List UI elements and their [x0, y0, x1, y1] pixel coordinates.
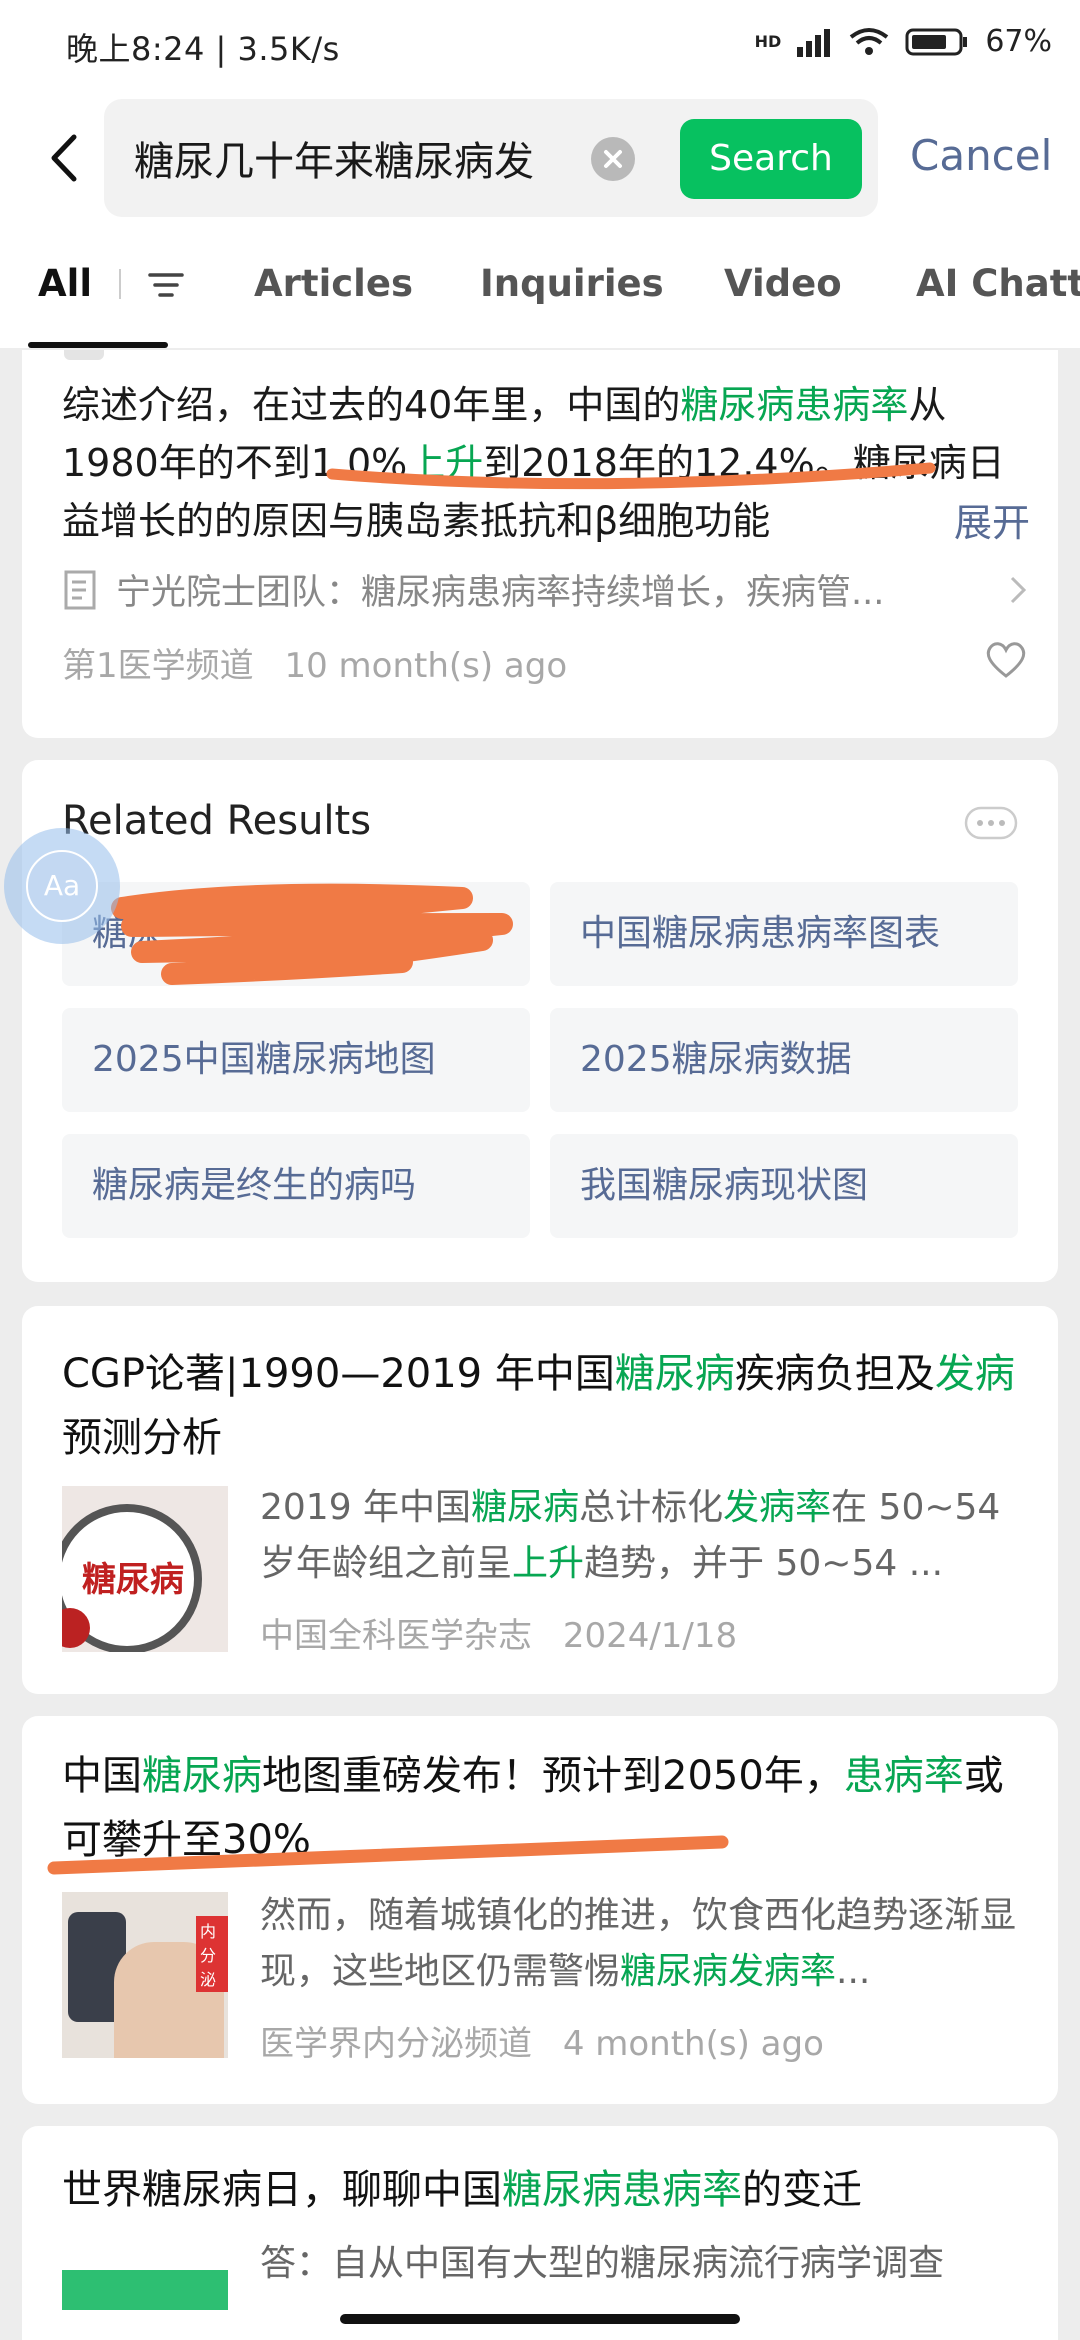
- result-title: 世界糖尿病日，聊聊中国糖尿病患病率的变迁: [62, 2158, 1032, 2222]
- document-icon: [64, 570, 96, 610]
- chevron-left-icon: [51, 134, 77, 182]
- floating-font-button[interactable]: Aa: [4, 828, 120, 944]
- thumb-banner: [62, 2270, 228, 2310]
- tab-all[interactable]: All: [38, 262, 184, 305]
- title-text: 预测分析: [62, 1415, 222, 1461]
- snippet-text: 2019 年中国: [260, 1487, 472, 1528]
- tab-articles[interactable]: Articles: [254, 262, 413, 305]
- card-meta: 医学界内分泌频道 4 month(s) ago: [260, 2016, 824, 2065]
- network-label: HD: [754, 32, 782, 51]
- result-thumbnail: 糖尿病: [62, 1486, 228, 1652]
- redaction-scribble: [111, 883, 513, 985]
- status-bar: 晚上8:24 | 3.5K/s HD 67%: [0, 0, 1080, 95]
- annotation-underline: [326, 462, 936, 490]
- search-input[interactable]: 糖尿几十年来糖尿病发: [134, 129, 574, 187]
- thumb-text: 糖尿病: [82, 1560, 184, 1600]
- heart-icon[interactable]: [984, 640, 1028, 680]
- post-time: 2024/1/18: [562, 1616, 738, 1656]
- result-card-4[interactable]: 世界糖尿病日，聊聊中国糖尿病患病率的变迁 答：自从中国有大型的糖尿病流行病学调查: [22, 2126, 1058, 2340]
- related-chip[interactable]: 中国糖尿病患病率图表: [550, 882, 1018, 986]
- tab-video[interactable]: Video: [724, 262, 842, 305]
- title-highlight: 糖尿病: [142, 1753, 262, 1799]
- font-size-label: Aa: [43, 869, 81, 902]
- snippet-text: 综述介绍，在过去的40年里，中国的: [62, 383, 681, 427]
- top-dots: [64, 350, 104, 360]
- battery-icon: [905, 28, 968, 55]
- result-snippet: 2019 年中国糖尿病总计标化发病率在 50~54 岁年龄组之前呈上升趋势，并于…: [260, 1480, 1030, 1592]
- result-thumbnail: [62, 2244, 228, 2340]
- source-name: 第1医学频道: [62, 646, 254, 686]
- related-chip[interactable]: 糖尿病是终生的病吗: [62, 1134, 530, 1238]
- clear-button[interactable]: [591, 137, 635, 181]
- title-text: CGP论著|1990—2019 年中国: [62, 1351, 615, 1397]
- chevron-right-icon: [1010, 576, 1027, 604]
- tab-divider: [118, 269, 121, 299]
- title-highlight: 糖尿病患病率: [502, 2167, 742, 2213]
- title-highlight: 患病率: [843, 1753, 964, 1799]
- source-name: 中国全科医学杂志: [260, 1616, 532, 1656]
- related-chip[interactable]: 我国糖尿病现状图: [550, 1134, 1018, 1238]
- signal-icon: [797, 28, 831, 57]
- close-icon: [604, 150, 622, 168]
- title-text: 世界糖尿病日，聊聊中国: [62, 2167, 502, 2213]
- title-text: 中国: [62, 1753, 142, 1799]
- source-article-row[interactable]: 宁光院士团队：糖尿病患病率持续增长，疾病管...: [62, 562, 1030, 618]
- font-size-icon: Aa: [26, 850, 98, 922]
- snippet-highlight: 糖尿病患病率: [680, 383, 909, 427]
- snippet-highlight: 糖尿病发病率: [620, 1951, 837, 1992]
- annotation-underline: [47, 1835, 729, 1875]
- source-name: 医学界内分泌频道: [260, 2024, 532, 2064]
- title-highlight: 糖尿病: [614, 1351, 735, 1397]
- card-meta: 第1医学频道 10 month(s) ago: [62, 638, 567, 687]
- thumb-label: 内分泌: [196, 1916, 228, 1992]
- tab-active-indicator: [28, 342, 168, 348]
- wifi-icon: [850, 27, 889, 55]
- filter-tabs: All Articles Inquiries Video AI Chattin: [0, 220, 1080, 348]
- more-icon[interactable]: [964, 806, 1018, 840]
- title-highlight: 发病: [934, 1351, 1015, 1397]
- tab-inquiries[interactable]: Inquiries: [480, 262, 664, 305]
- battery-percent: 67%: [985, 24, 1052, 59]
- tab-ai-chatting[interactable]: AI Chattin: [916, 262, 1080, 305]
- title-text: 的变迁: [742, 2167, 862, 2213]
- result-title: CGP论著|1990—2019 年中国糖尿病疾病负担及发病预测分析: [62, 1342, 1032, 1470]
- filter-icon[interactable]: [148, 270, 184, 300]
- search-box[interactable]: 糖尿几十年来糖尿病发 Search: [104, 99, 878, 217]
- post-time: 10 month(s) ago: [284, 646, 568, 686]
- title-text: 地图重磅发布！预计到2050年，: [262, 1753, 844, 1799]
- snippet-highlight: 上升: [512, 1543, 585, 1584]
- result-thumbnail: 内分泌: [62, 1892, 228, 2058]
- search-header: 糖尿几十年来糖尿病发 Search Cancel: [0, 95, 1080, 220]
- home-indicator: [340, 2314, 740, 2324]
- result-card-2[interactable]: CGP论著|1990—2019 年中国糖尿病疾病负担及发病预测分析 糖尿病 20…: [22, 1306, 1058, 1694]
- search-button[interactable]: Search: [680, 119, 862, 199]
- back-button[interactable]: [36, 123, 96, 193]
- snippet-highlight: 发病率: [723, 1487, 832, 1528]
- snippet-text: 总计标化: [579, 1487, 724, 1528]
- result-card-1[interactable]: 综述介绍，在过去的40年里，中国的糖尿病患病率从1980年的不到1.0%上升到2…: [22, 350, 1058, 738]
- snippet-text: 趋势，并于 50~54 ...: [584, 1543, 944, 1584]
- status-time: 晚上8:24 | 3.5K/s: [66, 30, 340, 68]
- related-title: Related Results: [62, 798, 372, 844]
- related-chip[interactable]: 2025糖尿病数据: [550, 1008, 1018, 1112]
- result-snippet: 然而，随着城镇化的推进，饮食西化趋势逐渐显现，这些地区仍需警惕糖尿病发病率...: [260, 1888, 1030, 2000]
- snippet-text: ...: [836, 1951, 871, 1992]
- tab-all-label: All: [38, 262, 93, 305]
- snippet-highlight: 糖尿病: [471, 1487, 580, 1528]
- result-snippet: 答：自从中国有大型的糖尿病流行病学调查: [260, 2243, 945, 2284]
- related-results-card: Related Results 糖尿… 中国糖尿病患病率图表 2025中国糖尿病…: [22, 760, 1058, 1282]
- related-chip[interactable]: 2025中国糖尿病地图: [62, 1008, 530, 1112]
- title-text: 疾病负担及: [734, 1351, 935, 1397]
- source-article-title: 宁光院士团队：糖尿病患病率持续增长，疾病管...: [116, 573, 885, 613]
- cancel-button[interactable]: Cancel: [910, 131, 1052, 180]
- card-meta: 中国全科医学杂志 2024/1/18: [260, 1608, 737, 1657]
- result-card-3[interactable]: 中国糖尿病地图重磅发布！预计到2050年，患病率或可攀升至30% 内分泌 然而，…: [22, 1716, 1058, 2104]
- post-time: 4 month(s) ago: [562, 2024, 824, 2064]
- status-right: HD 67%: [755, 24, 1052, 59]
